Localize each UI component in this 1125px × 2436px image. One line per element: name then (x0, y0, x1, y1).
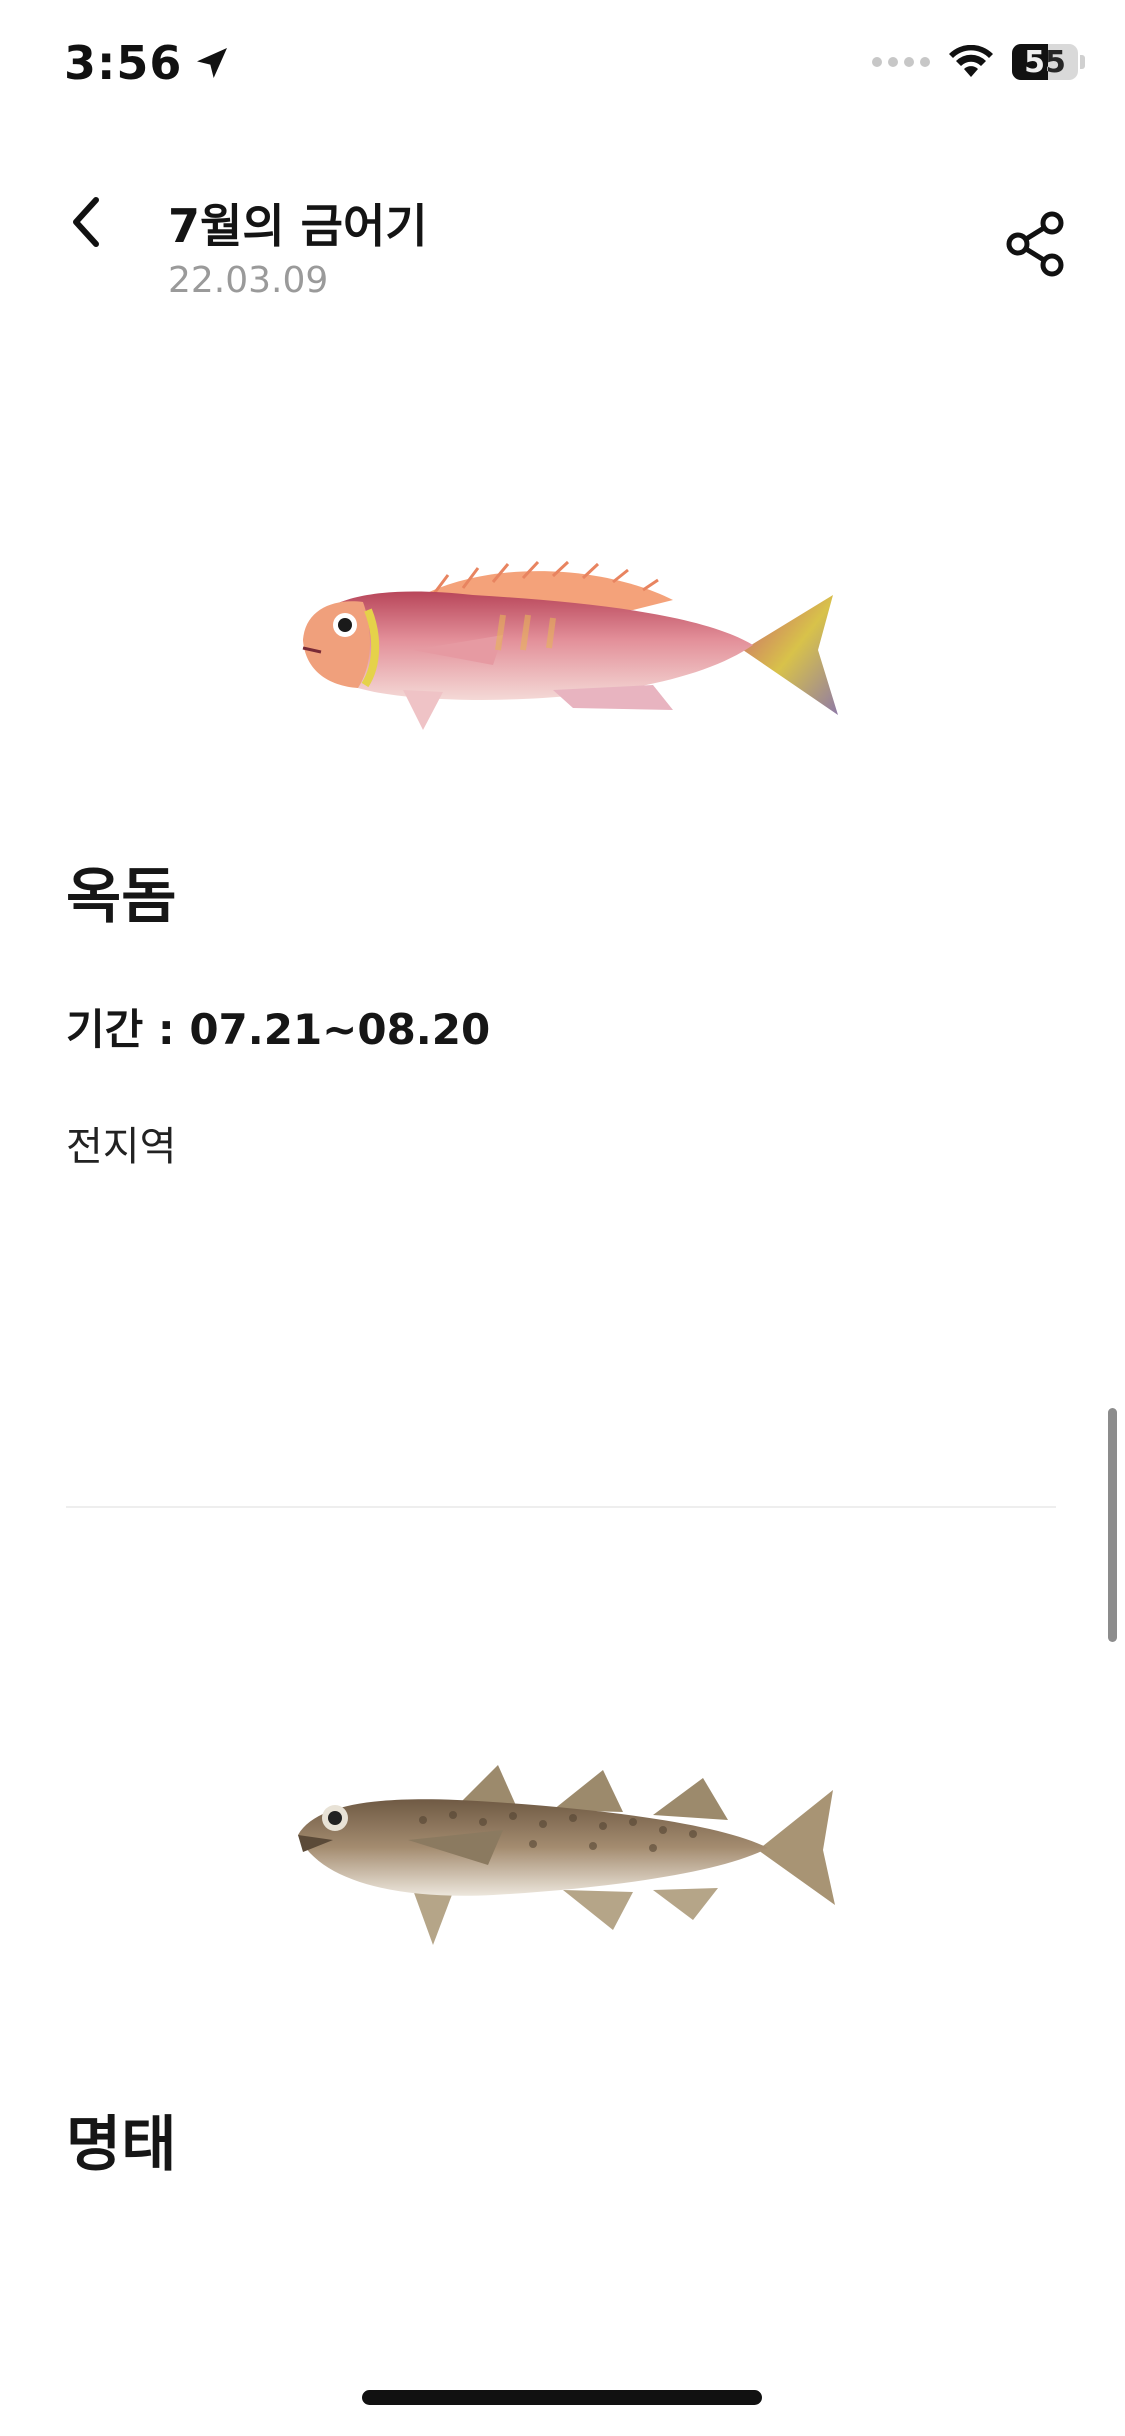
status-time: 3:56 (64, 36, 232, 90)
home-indicator[interactable] (362, 2390, 762, 2405)
page-date: 22.03.09 (168, 260, 329, 301)
battery-icon: 55 (1012, 44, 1078, 80)
share-icon (1006, 211, 1064, 277)
status-bar: 3:56 55 (0, 0, 1125, 140)
share-button[interactable] (995, 204, 1075, 284)
page-header: 7월의 금어기 22.03.09 (0, 160, 1125, 320)
fish-period: 기간 : 07.21~08.20 (66, 1005, 491, 1054)
fish-image-okdom (0, 540, 1125, 760)
cellular-signal-icon (872, 57, 930, 67)
pollock-illustration (297, 1765, 835, 1945)
wifi-icon (948, 45, 994, 79)
fish-image-myeongtae (0, 1740, 1125, 1960)
battery-level: 55 (1024, 44, 1066, 80)
status-time-text: 3:56 (64, 36, 183, 90)
page-title: 7월의 금어기 (168, 199, 428, 253)
red-tilefish-illustration (302, 560, 838, 730)
fish-name: 옥돔 (66, 862, 177, 932)
fish-region: 전지역 (66, 1124, 177, 1170)
scroll-indicator[interactable] (1108, 1408, 1117, 1642)
back-button[interactable] (58, 186, 114, 258)
status-icons: 55 (872, 44, 1085, 80)
location-arrow-icon (197, 48, 228, 78)
back-chevron-icon (73, 197, 99, 247)
fish-name: 명태 (66, 2110, 177, 2180)
battery-tip (1080, 55, 1085, 69)
section-divider (66, 1506, 1056, 1508)
